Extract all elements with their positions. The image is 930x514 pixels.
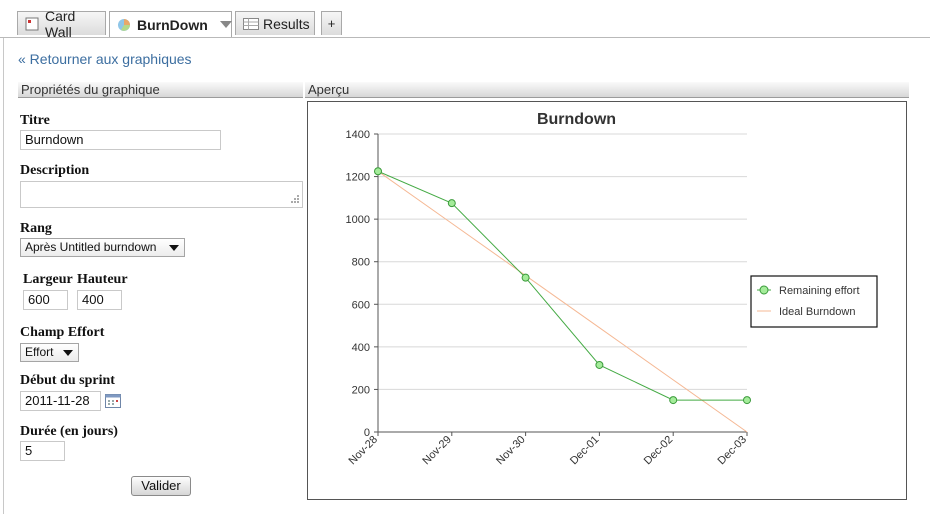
- series-line: [377, 170, 747, 401]
- tab-label: Card Wall: [45, 7, 76, 40]
- dropdown-arrow-icon: [169, 245, 179, 251]
- rank-label: Rang: [20, 221, 52, 236]
- add-tab-label: +: [327, 16, 336, 31]
- tab-label: BurnDown: [137, 16, 208, 33]
- tab-burndown[interactable]: BurnDown: [109, 11, 232, 37]
- x-tick-label: Dec-02: [642, 434, 676, 468]
- y-tick-label: 1000: [346, 214, 370, 226]
- effort-select-value: Effort: [25, 345, 54, 359]
- y-tick-label: 600: [352, 299, 370, 311]
- resize-handle-icon[interactable]: [288, 194, 300, 209]
- properties-header: Propriétés du graphique: [18, 82, 303, 98]
- add-tab-button[interactable]: +: [321, 11, 342, 35]
- chart-preview: Burndown 0 200 400 600 800 1000 1200 1400 Nov-28 N…: [307, 101, 907, 500]
- y-tick-label: 200: [352, 384, 370, 396]
- legend-label: Remaining effort: [779, 285, 860, 297]
- series-line: [377, 170, 748, 433]
- data-point: [374, 167, 382, 176]
- data-point: [743, 396, 751, 405]
- duration-label: Durée (en jours): [20, 424, 118, 439]
- legend-label: Ideal Burndown: [779, 306, 855, 318]
- title-label: Titre: [20, 113, 50, 128]
- x-tick-label: Nov-30: [494, 434, 528, 468]
- y-tick-label: 1200: [346, 172, 370, 184]
- pie-chart-icon: [117, 18, 131, 32]
- chevron-down-icon[interactable]: [219, 21, 232, 28]
- data-point: [447, 199, 456, 208]
- y-tick-label: 400: [352, 342, 370, 354]
- submit-button[interactable]: Valider: [131, 476, 191, 496]
- y-tick-label: 800: [352, 257, 370, 269]
- sprint-start-label: Début du sprint: [20, 373, 115, 388]
- legend: [750, 275, 878, 328]
- sprint-start-input[interactable]: 2011-11-28: [20, 391, 101, 411]
- tab-card-wall[interactable]: Card Wall: [17, 8, 106, 40]
- width-input[interactable]: 600: [23, 290, 68, 310]
- x-tick-label: Nov-29: [420, 434, 454, 468]
- data-point: [595, 360, 604, 369]
- calendar-icon[interactable]: [105, 393, 121, 411]
- width-label: Largeur: [23, 272, 73, 287]
- back-to-charts-link[interactable]: « Retourner aux graphiques: [18, 51, 192, 67]
- duration-input[interactable]: 5: [20, 441, 65, 461]
- dropdown-arrow-icon: [63, 350, 73, 356]
- title-input[interactable]: Burndown: [20, 130, 221, 150]
- rank-select-value: Après Untitled burndown: [25, 240, 157, 254]
- data-point: [669, 396, 678, 405]
- y-tick-label: 1400: [346, 129, 370, 141]
- tab-bar: Card Wall BurnDown Results +: [0, 0, 930, 40]
- x-tick-label: Dec-01: [568, 434, 602, 468]
- tab-label: Results: [263, 15, 310, 32]
- table-icon: [243, 17, 259, 31]
- preview-header: Aperçu: [305, 82, 909, 98]
- data-point: [521, 273, 530, 282]
- legend-marker: [759, 285, 769, 295]
- effort-field-label: Champ Effort: [20, 325, 105, 340]
- height-input[interactable]: 400: [77, 290, 122, 310]
- height-label: Hauteur: [77, 272, 128, 287]
- burndown-chart: Burndown0200400600800100012001400Nov-28 N…: [346, 111, 878, 468]
- card-wall-icon: [25, 17, 39, 31]
- tab-results[interactable]: Results: [235, 11, 315, 35]
- rank-select[interactable]: Après Untitled burndown: [20, 238, 185, 257]
- x-tick-label: Dec-03: [716, 434, 750, 468]
- chart-title: Burndown: [537, 111, 616, 128]
- effort-field-select[interactable]: Effort: [20, 343, 79, 362]
- description-textarea[interactable]: [20, 181, 303, 208]
- description-label: Description: [20, 163, 90, 178]
